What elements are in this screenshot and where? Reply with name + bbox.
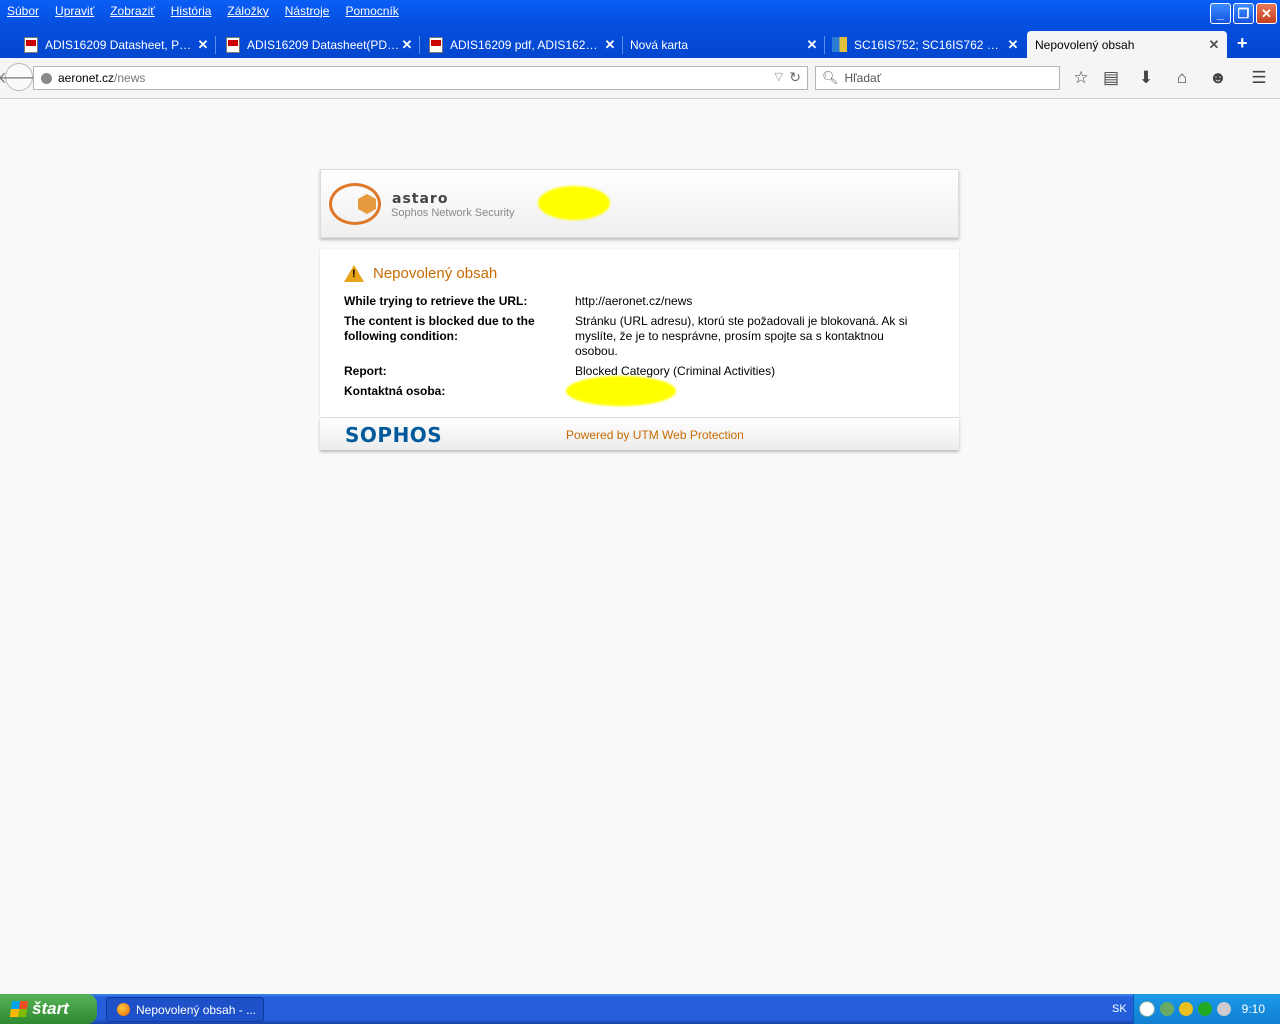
menu-file[interactable]: Súbor <box>0 0 47 22</box>
tab-separator <box>215 36 216 54</box>
windows-logo-icon <box>9 1001 29 1017</box>
firefox-icon <box>117 1003 130 1016</box>
redaction-mark <box>538 186 610 220</box>
tab-close-icon[interactable]: ✕ <box>1006 37 1020 53</box>
block-title: Nepovolený obsah <box>373 265 498 282</box>
taskbar-firefox-window[interactable]: Nepovolený obsah - ... <box>106 997 264 1022</box>
tab-blocked-content[interactable]: Nepovolený obsah ✕ <box>1027 31 1227 58</box>
url-host: aeronet.cz <box>58 71 115 85</box>
tab-adis-datasheet-2[interactable]: ADIS16209 Datasheet(PDF)... ✕ <box>218 31 420 58</box>
tab-label: SC16IS752; SC16IS762 Dua... <box>854 37 1006 52</box>
minimize-icon: _ <box>1216 6 1225 21</box>
tab-sc16is752[interactable]: SC16IS752; SC16IS762 Dua... ✕ <box>826 31 1026 58</box>
security-shield-icon[interactable] <box>1179 1002 1193 1016</box>
url-path: /news <box>114 71 146 85</box>
system-tray: 9:10 <box>1133 994 1280 1024</box>
url-bar[interactable]: aeronet.cz/news ▽ ↻ <box>33 66 808 90</box>
tab-close-icon[interactable]: ✕ <box>1207 37 1221 53</box>
value-retrieve-url: http://aeronet.cz/news <box>575 294 693 308</box>
search-input[interactable]: 🔍︎ Hľadať <box>815 66 1060 90</box>
close-window-button[interactable]: ✕ <box>1256 3 1277 24</box>
start-button[interactable]: štart <box>0 994 97 1024</box>
image-icon <box>832 37 847 52</box>
new-tab-button[interactable]: + <box>1237 33 1248 54</box>
globe-icon <box>41 72 52 84</box>
tray-expand-icon[interactable] <box>1139 1001 1155 1017</box>
language-indicator[interactable]: SK <box>1112 1003 1127 1015</box>
page-content: astaro Sophos Network Security ! Nepovol… <box>0 99 1280 994</box>
tab-close-icon[interactable]: ✕ <box>603 37 617 53</box>
redaction-mark <box>566 376 676 406</box>
tab-close-icon[interactable]: ✕ <box>196 37 210 53</box>
pdf-icon <box>24 36 38 53</box>
bookmark-star-icon[interactable]: ☆ <box>1071 69 1091 87</box>
search-placeholder: Hľadať <box>844 71 882 85</box>
pdf-icon <box>429 36 443 53</box>
start-label: štart <box>32 999 69 1018</box>
warning-icon-mark: ! <box>352 268 356 280</box>
menu-edit[interactable]: Upraviť <box>47 0 102 22</box>
reload-icon[interactable]: ↻ <box>789 69 801 86</box>
search-icon: 🔍︎ <box>822 70 839 85</box>
menu-history[interactable]: História <box>163 0 220 22</box>
back-button[interactable]: 🡐 <box>0 63 40 91</box>
minimize-button[interactable]: _ <box>1210 3 1231 24</box>
restore-button[interactable]: ❐ <box>1233 3 1254 24</box>
block-page-header: astaro Sophos Network Security <box>320 169 959 238</box>
block-message-card: ! Nepovolený obsah While trying to retri… <box>320 249 959 417</box>
window-controls: _ ❐ ✕ <box>1210 3 1277 24</box>
label-report: Report: <box>344 364 387 378</box>
hamburger-menu-icon[interactable]: ☰ <box>1249 69 1269 87</box>
tab-label: Nová karta <box>630 37 689 52</box>
tab-separator <box>824 36 825 54</box>
powered-by-text: Powered by UTM Web Protection <box>566 428 744 442</box>
menu-bookmarks[interactable]: Záložky <box>219 0 276 22</box>
label-retrieve-url: While trying to retrieve the URL: <box>344 294 528 308</box>
menu-help[interactable]: Pomocník <box>337 0 406 22</box>
menu-tools[interactable]: Nástroje <box>277 0 338 22</box>
tab-close-icon[interactable]: ✕ <box>400 37 414 53</box>
sophos-logo: SOPHOS <box>345 423 443 447</box>
menu-bar: Súbor Upraviť Zobraziť História Záložky … <box>0 0 407 22</box>
tab-adis-datasheet-1[interactable]: ADIS16209 Datasheet, PDF... ✕ <box>0 31 216 58</box>
tab-close-icon[interactable]: ✕ <box>805 37 819 53</box>
label-block-condition: The content is blocked due to the follow… <box>344 314 535 343</box>
tab-strip: ADIS16209 Datasheet, PDF... ✕ ADIS16209 … <box>0 31 1280 58</box>
restore-icon: ❐ <box>1237 5 1250 21</box>
close-icon: ✕ <box>1261 5 1272 21</box>
home-icon[interactable]: ⌂ <box>1172 69 1192 87</box>
label-contact-person: Kontaktná osoba: <box>344 384 446 398</box>
astaro-logo-icon <box>329 183 381 225</box>
astaro-subtitle: Sophos Network Security <box>391 207 515 219</box>
download-icon[interactable]: ⬇ <box>1136 69 1156 87</box>
block-page-footer: SOPHOS Powered by UTM Web Protection <box>320 418 959 450</box>
taskbar: štart Nepovolený obsah - ... SK 9:10 <box>0 994 1280 1024</box>
value-block-condition: Stránku (URL adresu), ktorú ste požadova… <box>575 314 908 358</box>
url-history-dropdown-icon[interactable]: ▽ <box>775 70 783 83</box>
menu-view[interactable]: Zobraziť <box>102 0 163 22</box>
navigation-toolbar: 🡐 aeronet.cz/news ▽ ↻ 🔍︎ Hľadať ☆ ▤ ⬇ ⌂ … <box>0 58 1280 99</box>
antivirus-icon[interactable] <box>1198 1002 1212 1016</box>
tab-label: Nepovolený obsah <box>1035 37 1135 52</box>
taskbar-window-label: Nepovolený obsah - ... <box>136 1002 257 1017</box>
tab-label: ADIS16209 pdf, ADIS16209... <box>450 37 603 52</box>
astaro-brand: astaro <box>392 191 449 207</box>
settings-tray-icon[interactable] <box>1217 1002 1231 1016</box>
tab-separator <box>419 36 420 54</box>
reading-list-icon[interactable]: ▤ <box>1101 69 1121 87</box>
pdf-icon <box>226 36 240 53</box>
clock[interactable]: 9:10 <box>1242 1002 1265 1016</box>
network-icon[interactable] <box>1160 1002 1174 1016</box>
tab-label: ADIS16209 Datasheet, PDF... <box>45 37 196 52</box>
tab-adis-pdf[interactable]: ADIS16209 pdf, ADIS16209... ✕ <box>421 31 623 58</box>
chat-icon[interactable]: ☻ <box>1208 69 1228 87</box>
window-titlebar: Súbor Upraviť Zobraziť História Záložky … <box>0 0 1280 58</box>
tab-label: ADIS16209 Datasheet(PDF)... <box>247 37 400 52</box>
tab-new-tab[interactable]: Nová karta ✕ <box>623 31 825 58</box>
